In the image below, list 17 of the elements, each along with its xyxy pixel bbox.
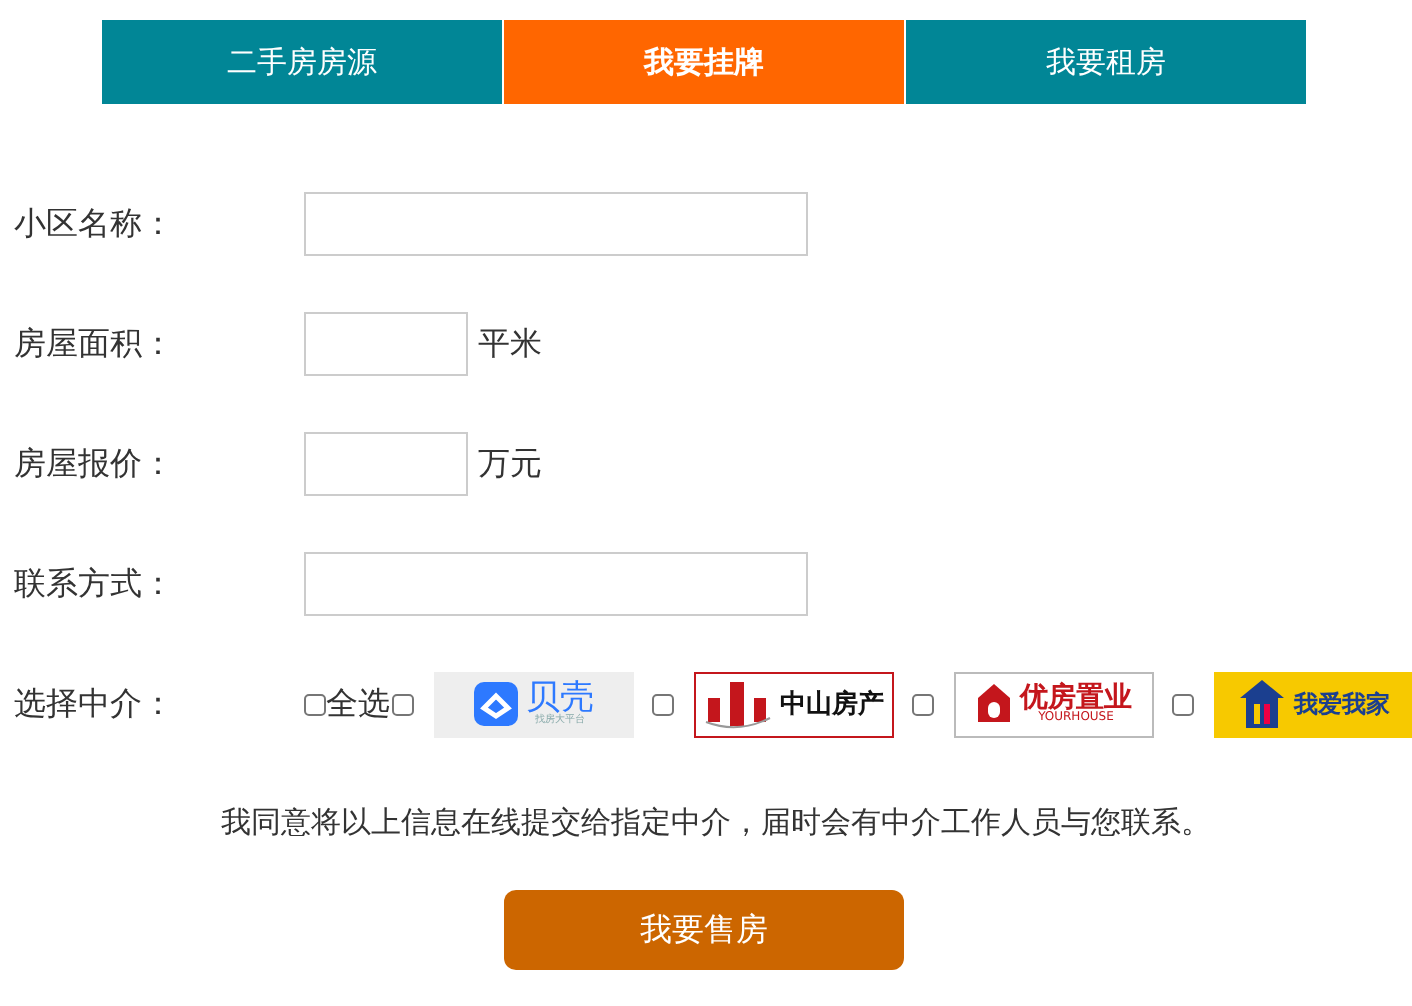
- submit-button[interactable]: 我要售房: [504, 890, 904, 970]
- logo-name: 贝壳: [526, 682, 594, 716]
- field-label: 选择中介：: [14, 683, 176, 725]
- field-label: 小区名称：: [14, 203, 176, 245]
- unit-label: 万元: [478, 443, 542, 485]
- logo-name: 我爱我家: [1294, 687, 1390, 721]
- logo-name: 中山房产: [780, 687, 884, 722]
- logo-name: 优房置业: [1020, 684, 1132, 712]
- nav-tab[interactable]: 我要租房: [906, 20, 1306, 104]
- unit-label: 平米: [478, 323, 542, 365]
- nav-tab[interactable]: 二手房房源: [102, 20, 502, 104]
- nav-tab[interactable]: 我要挂牌: [504, 20, 904, 104]
- field-label: 房屋面积：: [14, 323, 176, 365]
- select-all-label[interactable]: 全选: [326, 683, 390, 725]
- field-label: 联系方式：: [14, 563, 176, 605]
- field-label: 房屋报价：: [14, 443, 176, 485]
- agreement-text: 我同意将以上信息在线提交给指定中介，届时会有中介工作人员与您联系。: [219, 804, 1213, 842]
